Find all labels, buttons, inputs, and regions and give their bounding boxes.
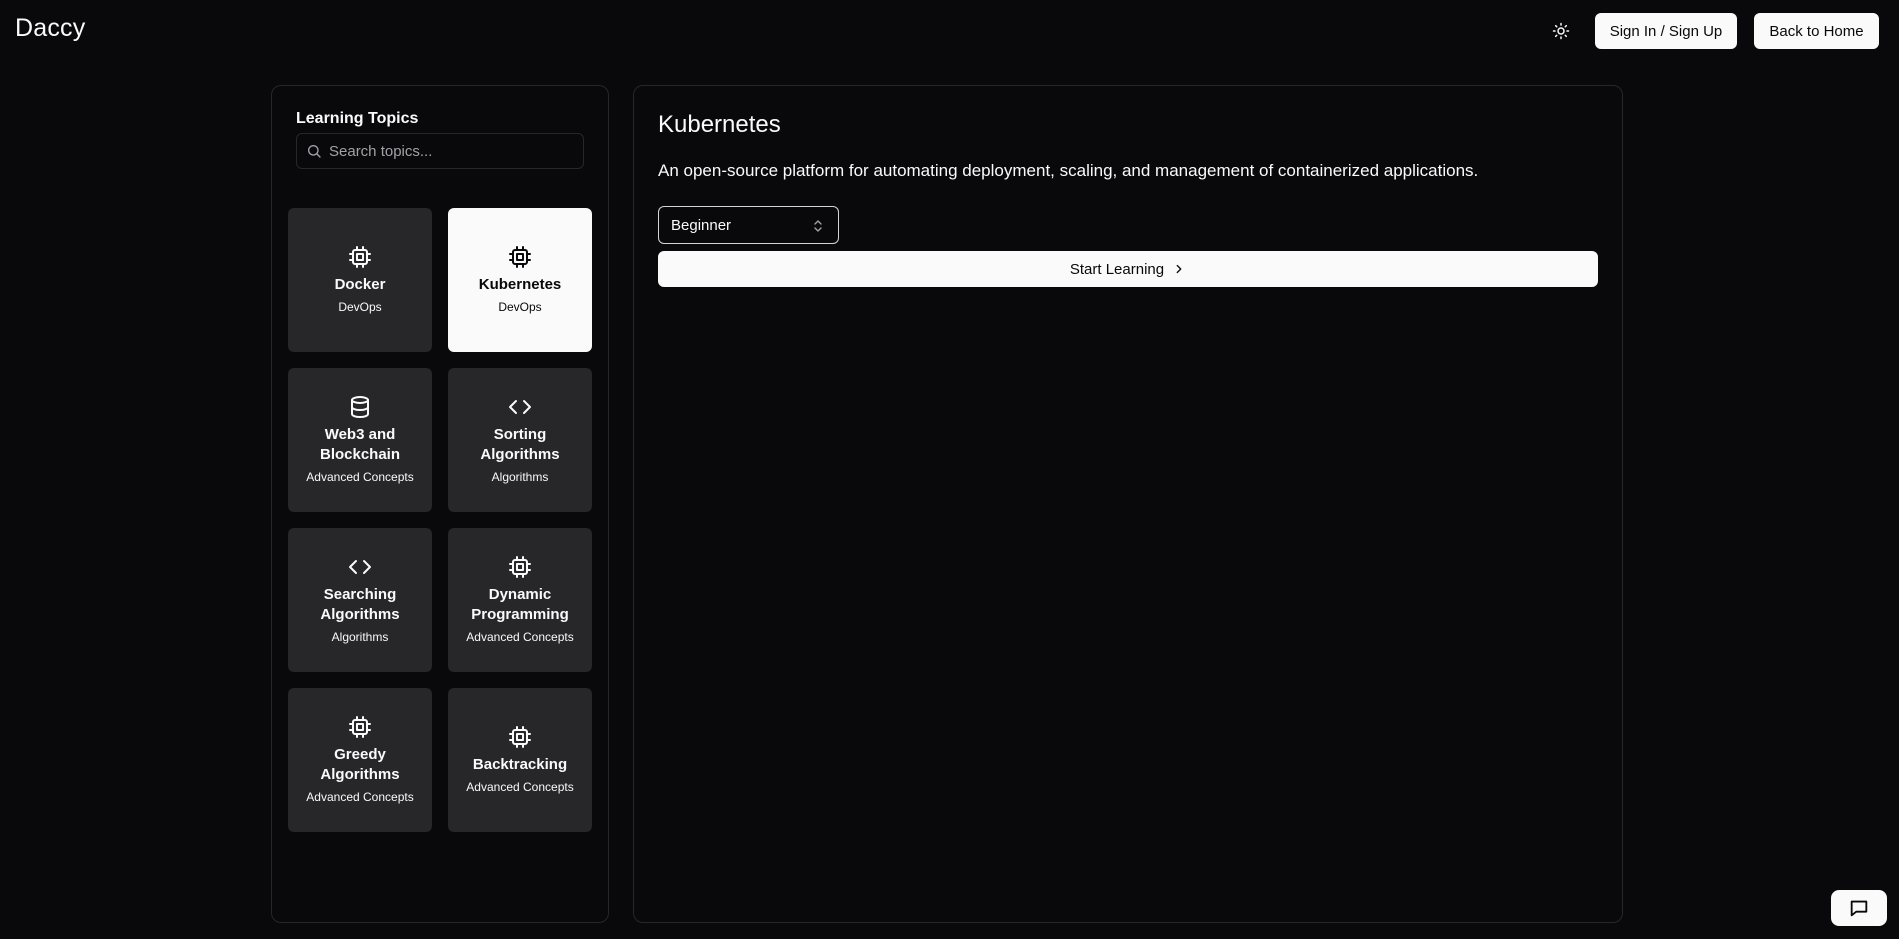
topic-name: Searching Algorithms	[320, 586, 400, 623]
topic-card[interactable]: Searching Algorithms Algorithms	[288, 528, 432, 672]
learning-topics-panel: Learning Topics Docker DevOps Kubernetes De…	[271, 85, 609, 923]
topic-category: Advanced Concepts	[306, 470, 414, 484]
code-icon	[509, 400, 531, 414]
topic-category: DevOps	[338, 300, 382, 314]
topic-detail-panel: Kubernetes An open-source platform for a…	[633, 85, 1623, 923]
topic-card[interactable]: Greedy Algorithms Advanced Concepts	[288, 688, 432, 832]
search-input[interactable]	[329, 134, 579, 168]
chevron-right-icon	[1176, 264, 1182, 274]
chat-button[interactable]	[1831, 890, 1887, 926]
topic-name: Docker	[334, 276, 386, 293]
topic-card[interactable]: Backtracking Advanced Concepts	[448, 688, 592, 832]
topic-name: Sorting Algorithms	[480, 426, 560, 463]
topic-category: Advanced Concepts	[466, 630, 574, 644]
topic-card[interactable]: Sorting Algorithms Algorithms	[448, 368, 592, 512]
cpu-icon	[509, 556, 531, 578]
top-bar: Daccy Sign In / Sign Up Back to Home	[0, 0, 1899, 62]
topic-card[interactable]: Dynamic Programming Advanced Concepts	[448, 528, 592, 672]
level-select[interactable]: Beginner	[658, 206, 839, 244]
database-icon	[351, 396, 369, 418]
chevrons-up-down-icon	[814, 220, 822, 232]
topic-card[interactable]: Kubernetes DevOps	[448, 208, 592, 352]
sidebar-title: Learning Topics	[296, 110, 419, 127]
topic-card[interactable]: Docker DevOps	[288, 208, 432, 352]
theme-toggle-button[interactable]	[1546, 18, 1576, 44]
cpu-icon	[349, 246, 371, 268]
topic-description: An open-source platform for automating d…	[658, 161, 1479, 180]
cpu-icon	[509, 246, 531, 268]
cpu-icon	[349, 716, 371, 738]
topic-category: Algorithms	[331, 630, 389, 644]
topic-name: Greedy Algorithms	[320, 746, 400, 783]
back-to-home-button[interactable]: Back to Home	[1754, 13, 1879, 49]
brand-logo[interactable]: Daccy	[15, 14, 85, 43]
topic-category: Advanced Concepts	[306, 790, 414, 804]
topic-category: Advanced Concepts	[466, 780, 574, 794]
topic-name: Backtracking	[472, 756, 568, 773]
start-learning-button[interactable]: Start Learning	[658, 251, 1598, 287]
level-select-value: Beginner	[671, 216, 732, 234]
cpu-icon	[509, 726, 531, 748]
topic-category: Algorithms	[491, 470, 549, 484]
topic-name: Web3 and Blockchain	[319, 426, 401, 463]
start-learning-label: Start Learning	[1069, 260, 1165, 278]
topic-name: Kubernetes	[478, 276, 562, 293]
topic-category: DevOps	[498, 300, 542, 314]
code-icon	[349, 560, 371, 574]
sign-in-button[interactable]: Sign In / Sign Up	[1595, 13, 1737, 49]
search-box	[296, 133, 584, 169]
sun-icon	[1552, 22, 1570, 40]
topic-title: Kubernetes	[658, 111, 781, 138]
topic-card[interactable]: Web3 and Blockchain Advanced Concepts	[288, 368, 432, 512]
topic-grid: Docker DevOps Kubernetes DevOps Web3 and Blo…	[288, 208, 593, 832]
topic-name: Dynamic Programming	[471, 586, 569, 623]
chat-icon	[1850, 900, 1868, 917]
search-icon	[308, 145, 321, 158]
